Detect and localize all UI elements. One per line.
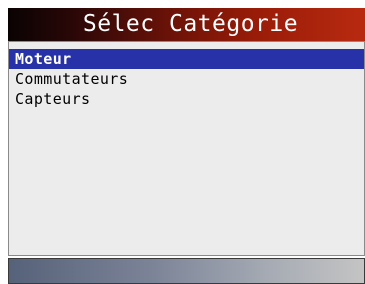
function-key-bar — [8, 258, 365, 284]
category-list-panel: Moteur Commutateurs Capteurs — [8, 41, 365, 256]
category-menu: Moteur Commutateurs Capteurs — [9, 49, 364, 109]
screen-title: Sélec Catégorie — [82, 11, 299, 37]
menu-item-commutateurs[interactable]: Commutateurs — [9, 69, 364, 89]
scan-tool-screen: Sélec Catégorie Moteur Commutateurs Capt… — [0, 0, 365, 284]
menu-item-capteurs[interactable]: Capteurs — [9, 89, 364, 109]
menu-item-moteur[interactable]: Moteur — [9, 49, 364, 69]
title-bar: Sélec Catégorie — [8, 8, 365, 41]
